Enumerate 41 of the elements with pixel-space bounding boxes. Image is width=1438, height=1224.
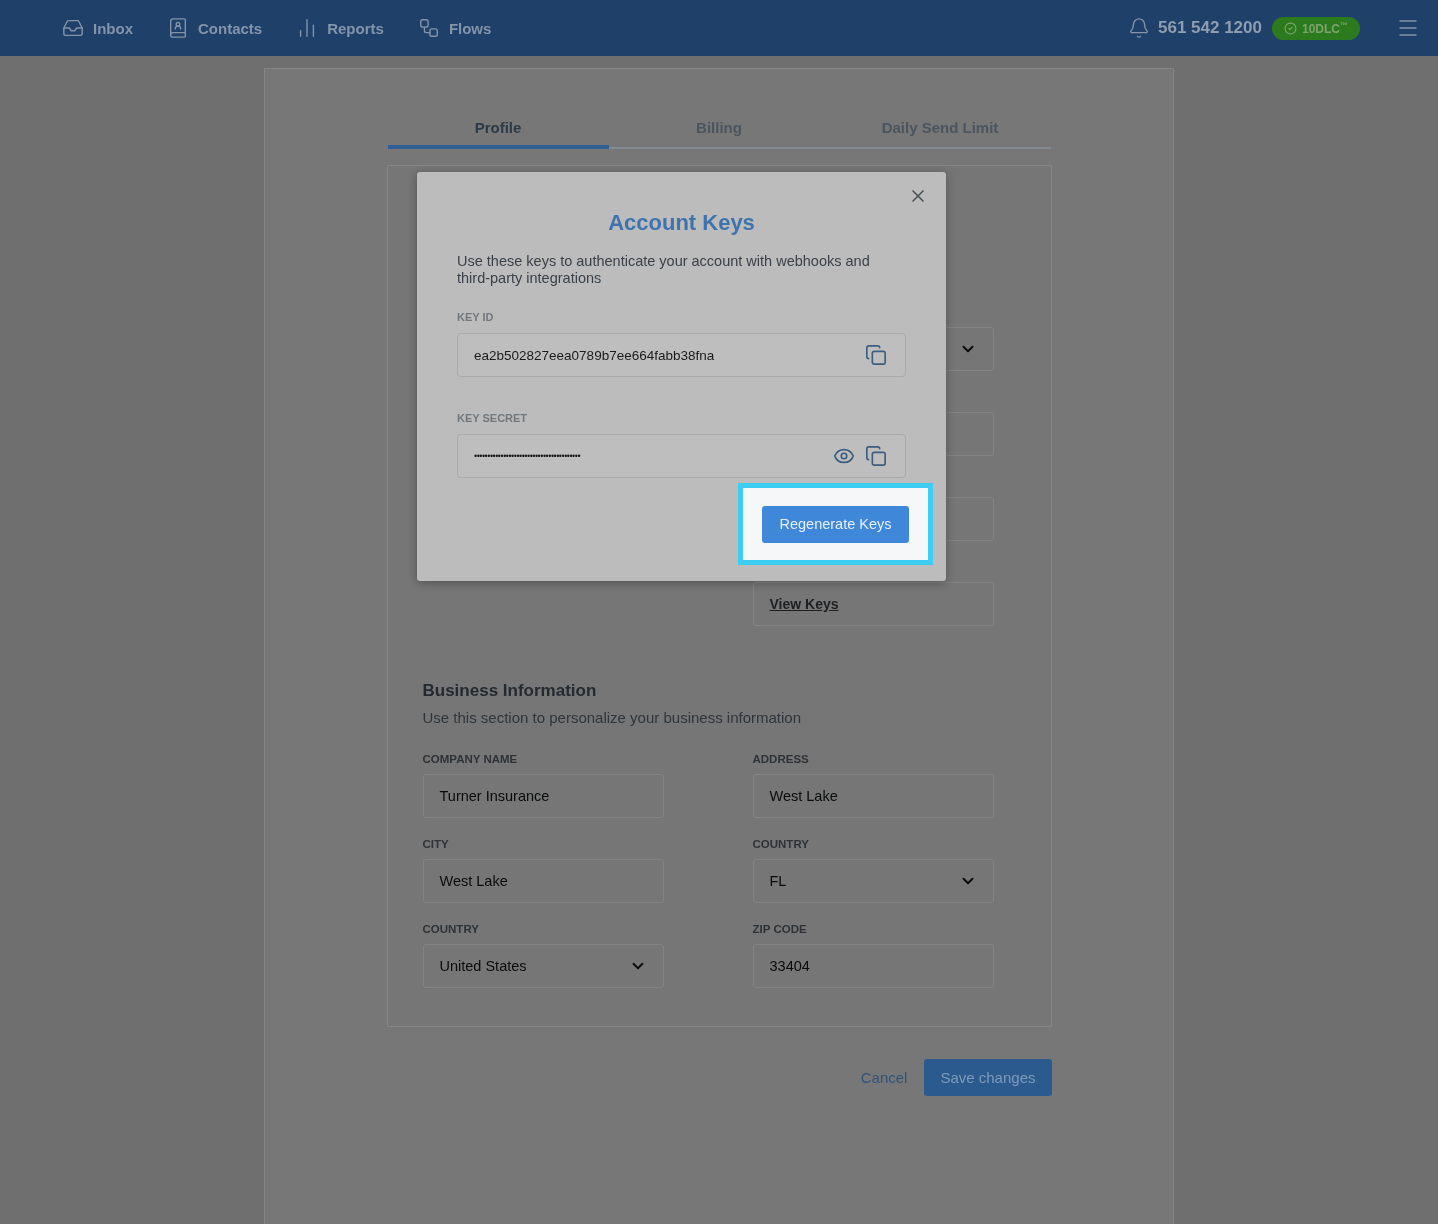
section-subtitle: Use this section to personalize your business information — [422, 709, 803, 726]
key-value: •••••••••••••••••••••••••••••••••••••••• — [474, 451, 581, 461]
input-field[interactable]: Turner Insurance — [422, 774, 664, 818]
select-value: FL — [769, 873, 787, 889]
field-label: KEY SECRET — [457, 412, 528, 424]
select-field[interactable]: United States — [422, 944, 664, 988]
tab[interactable]: Profile — [387, 109, 609, 149]
nav-item[interactable]: Contacts — [167, 17, 263, 39]
badge-text: 10DLC$^{™}$ — [1302, 20, 1348, 36]
field-label: COMPANY NAME — [422, 753, 519, 767]
input-field[interactable]: View Keys — [752, 582, 994, 626]
section-title: Business Information — [422, 681, 598, 701]
select-value: United States — [439, 958, 527, 974]
field-label: COUNTRY — [752, 838, 810, 852]
nav-item[interactable]: Flows — [417, 17, 492, 39]
phone-number: 561 542 1200 — [1158, 18, 1262, 38]
input-field[interactable]: West Lake — [752, 774, 994, 818]
input-field[interactable]: 33404 — [752, 944, 994, 988]
nav-item[interactable]: Inbox — [62, 17, 133, 39]
field-label: ZIP CODE — [752, 923, 808, 937]
copy-icon[interactable] — [865, 445, 887, 467]
field-label: ADDRESS — [752, 753, 810, 767]
check-circle-icon — [1284, 21, 1297, 35]
field-label: CITY — [422, 838, 450, 852]
select-field[interactable]: FL — [752, 859, 994, 903]
copy-icon[interactable] — [865, 344, 887, 366]
inbox-icon — [62, 17, 84, 39]
key-field[interactable]: •••••••••••••••••••••••••••••••••••••••• — [457, 434, 906, 478]
key-value: ea2b502827eea0789b7ee664fabb38fna — [474, 347, 715, 363]
bell-icon[interactable] — [1128, 17, 1150, 39]
regenerate-keys-button[interactable]: Regenerate Keys — [762, 505, 909, 543]
nav-item[interactable]: Reports — [296, 17, 384, 39]
field-label: KEY ID — [457, 311, 494, 323]
field-label: COUNTRY — [422, 923, 480, 937]
flow-icon — [417, 17, 440, 39]
dialog-title: Account Keys — [607, 210, 756, 236]
input-field[interactable]: West Lake — [422, 859, 664, 903]
dialog-description: Use these keys to authenticate your account with webhooks and third-party integrations — [457, 253, 871, 287]
address-book-icon — [167, 17, 189, 39]
key-field[interactable]: ea2b502827eea0789b7ee664fabb38fna — [457, 333, 906, 377]
save-button[interactable]: Save changes — [924, 1059, 1052, 1096]
